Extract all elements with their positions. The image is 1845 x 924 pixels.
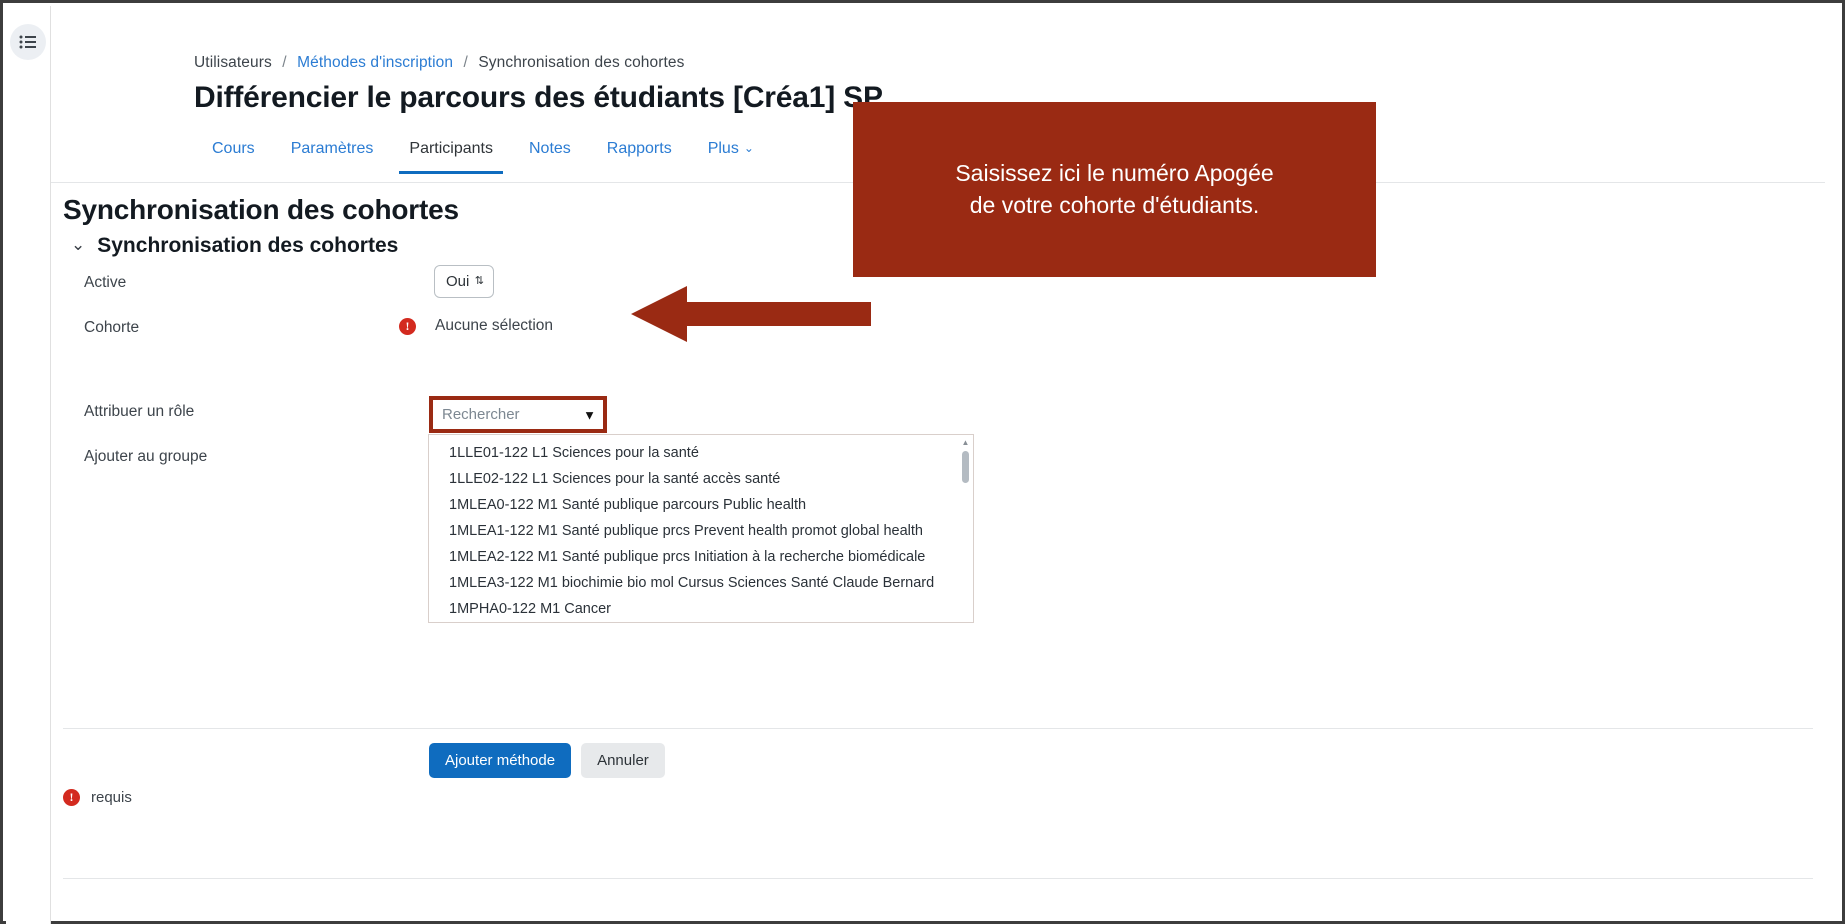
cohorte-search-highlight: ▼ [429,396,607,433]
list-item[interactable]: 1MLEA1-122 M1 Santé publique prcs Preven… [429,518,973,544]
tab-label: Notes [528,140,571,157]
tab-participants[interactable]: Participants [391,137,511,174]
breadcrumb: Utilisateurs / Méthodes d'inscription / … [194,54,684,72]
cohorte-search-input[interactable] [433,400,603,429]
breadcrumb-item-current: Synchronisation des cohortes [478,54,685,71]
list-item[interactable]: 1MLEA0-122 M1 Santé publique parcours Pu… [429,492,973,518]
chevron-down-icon: ⌄ [743,141,754,155]
browser-window: Utilisateurs / Méthodes d'inscription / … [0,0,1845,924]
label-active: Active [84,274,127,291]
page-title: Différencier le parcours des étudiants [… [194,81,883,114]
tab-plus[interactable]: Plus ⌄ [690,137,772,174]
breadcrumb-item-enrolment-methods[interactable]: Méthodes d'inscription [297,54,453,71]
annotation-text: Saisissez ici le numéro Apogée de votre … [955,159,1274,218]
tab-label: Rapports [606,140,672,157]
tab-label: Cours [212,140,255,157]
scrollbar-thumb[interactable] [962,451,969,483]
left-rail [6,6,51,924]
required-icon: ! [63,789,80,806]
form-actions: Ajouter méthode Annuler [429,743,665,778]
cohorte-suggestion-list[interactable]: 1LLE01-122 L1 Sciences pour la santé 1LL… [428,434,974,623]
active-select-value: Oui [446,273,470,290]
tab-notes[interactable]: Notes [511,137,589,174]
suggestion-items: 1LLE01-122 L1 Sciences pour la santé 1LL… [429,435,973,622]
menu-drawer-icon [19,35,37,49]
tab-label: Paramètres [290,140,374,157]
required-legend-text: requis [91,789,132,806]
chevron-down-icon: ⌄ [71,235,86,254]
annotation-arrow-icon [631,274,871,342]
tab-label: Participants [409,140,493,157]
breadcrumb-separator: / [282,54,287,71]
drawer-toggle-button[interactable] [10,24,46,60]
label-ajouter-groupe: Ajouter au groupe [84,448,208,465]
page-content: Utilisateurs / Méthodes d'inscription / … [51,6,1839,918]
breadcrumb-item-users[interactable]: Utilisateurs [194,54,272,71]
tab-label: Plus [707,140,739,157]
list-item[interactable]: 1MLEA2-122 M1 Santé publique prcs Initia… [429,544,973,570]
add-method-button[interactable]: Ajouter méthode [429,743,572,778]
label-cohorte: Cohorte [84,319,140,336]
label-attribuer-role: Attribuer un rôle [84,403,195,420]
form-divider [63,728,1813,729]
group-title: Synchronisation des cohortes [97,234,399,257]
footer-divider [63,878,1813,879]
list-item[interactable]: 1MPHA0-122 M1 Cancer [429,596,973,622]
tab-rapports[interactable]: Rapports [589,137,690,174]
list-item[interactable]: 1MLEA3-122 M1 biochimie bio mol Cursus S… [429,570,973,596]
collapsible-group-header[interactable]: ⌄ Synchronisation des cohortes [71,234,398,258]
cancel-button[interactable]: Annuler [581,743,665,778]
cohorte-selection-status: Aucune sélection [435,317,554,334]
tab-parametres[interactable]: Paramètres [273,137,392,174]
course-nav-tabs: Cours Paramètres Participants Notes Rapp… [194,137,772,183]
required-legend: ! requis [63,789,132,806]
section-title: Synchronisation des cohortes [63,194,459,225]
select-arrows-icon: ⇅ [474,275,484,287]
active-select[interactable]: Oui ⇅ [434,265,494,298]
required-icon: ! [399,318,416,335]
list-item[interactable]: 1LLE01-122 L1 Sciences pour la santé [429,440,973,466]
dropdown-caret-icon[interactable]: ▼ [583,408,596,421]
annotation-callout: Saisissez ici le numéro Apogée de votre … [853,102,1376,277]
suggestion-scrollbar[interactable]: ▲ [961,439,970,618]
breadcrumb-separator: / [463,54,468,71]
list-item[interactable]: 1LLE02-122 L1 Sciences pour la santé acc… [429,466,973,492]
scroll-up-icon[interactable]: ▲ [961,439,970,447]
tab-cours[interactable]: Cours [194,137,273,174]
